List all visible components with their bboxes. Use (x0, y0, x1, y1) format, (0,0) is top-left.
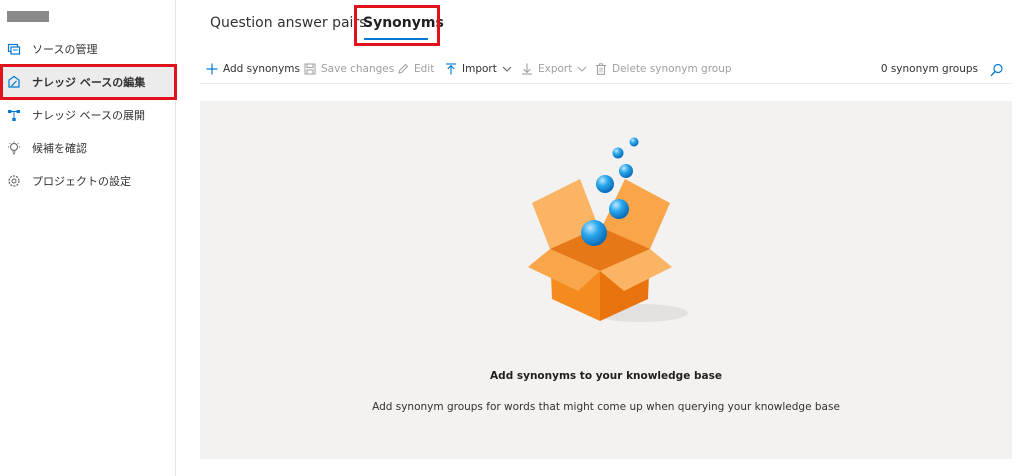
sidebar-item-manage-sources[interactable]: ソースの管理 (0, 33, 176, 65)
deploy-knowledge-base-icon (7, 108, 21, 122)
add-synonyms-button[interactable]: Add synonyms (205, 56, 300, 82)
chevron-down-icon (502, 64, 512, 74)
redacted-logo (7, 11, 49, 22)
plus-icon (205, 62, 219, 76)
sidebar-item-edit-knowledge-base[interactable]: ナレッジ ベースの編集 (0, 66, 176, 98)
download-icon (520, 62, 534, 76)
project-settings-icon (7, 174, 21, 188)
tab-question-answer-pairs[interactable]: Question answer pairs (210, 15, 367, 31)
sidebar-item-deploy-knowledge-base[interactable]: ナレッジ ベースの展開 (0, 99, 176, 131)
sidebar: ソースの管理 ナレッジ ベースの編集 ナレッジ ベースの展開 候補を確認 プロジ… (0, 0, 176, 476)
save-changes-button[interactable]: Save changes (303, 56, 394, 82)
import-button[interactable]: Import (444, 56, 512, 82)
review-suggestions-icon (7, 141, 21, 155)
export-button[interactable]: Export (520, 56, 587, 82)
manage-sources-icon (7, 42, 21, 56)
save-icon (303, 62, 317, 76)
sidebar-item-label: 候補を確認 (32, 142, 87, 155)
sidebar-item-project-settings[interactable]: プロジェクトの設定 (0, 165, 176, 197)
command-bar: Add synonyms Save changes Edit Import Ex… (200, 56, 1012, 84)
edit-button[interactable]: Edit (396, 56, 434, 82)
empty-box-illustration (520, 131, 700, 326)
trash-icon (594, 62, 608, 76)
empty-state-panel: Add synonyms to your knowledge base Add … (200, 101, 1012, 459)
upload-icon (444, 62, 458, 76)
chevron-down-icon (577, 64, 587, 74)
sidebar-item-review-suggestions[interactable]: 候補を確認 (0, 132, 176, 164)
pencil-icon (396, 62, 410, 76)
sidebar-item-label: ナレッジ ベースの編集 (32, 76, 146, 89)
empty-state-title: Add synonyms to your knowledge base (490, 370, 722, 382)
delete-synonym-group-button[interactable]: Delete synonym group (594, 56, 732, 82)
empty-state-description: Add synonym groups for words that might … (372, 401, 840, 413)
sidebar-item-label: プロジェクトの設定 (32, 175, 131, 188)
sidebar-item-label: ナレッジ ベースの展開 (32, 109, 145, 122)
synonym-group-count: 0 synonym groups (880, 63, 978, 75)
edit-knowledge-base-icon (7, 75, 21, 89)
active-tab-indicator (364, 38, 428, 40)
tab-synonyms[interactable]: Synonyms (363, 15, 444, 31)
search-icon[interactable] (990, 62, 1004, 77)
sidebar-item-label: ソースの管理 (32, 43, 98, 56)
